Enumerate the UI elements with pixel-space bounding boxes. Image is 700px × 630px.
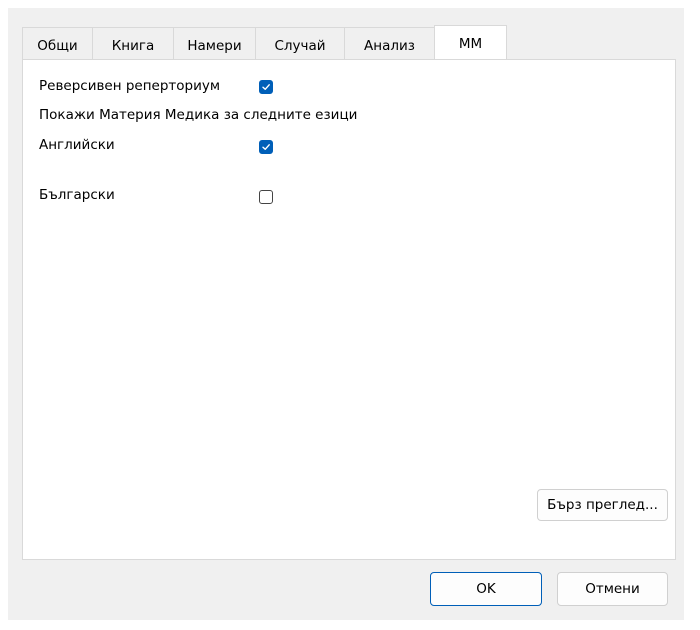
tab-bar: Общи Книга Намери Случай Анализ ММ xyxy=(22,25,507,59)
checkmark-icon xyxy=(262,84,270,91)
reverse-repertory-checkbox[interactable] xyxy=(259,80,273,94)
checkmark-icon xyxy=(262,144,270,151)
language-english-checkbox[interactable] xyxy=(259,140,273,154)
tab-analysis[interactable]: Анализ xyxy=(344,27,435,59)
language-bulgarian-label: Български xyxy=(39,187,115,203)
ok-button[interactable]: OK xyxy=(430,572,542,606)
options-dialog: Общи Книга Намери Случай Анализ ММ Ревер… xyxy=(8,8,684,620)
tab-general[interactable]: Общи xyxy=(22,27,93,59)
languages-heading: Покажи Материя Медика за следните езици xyxy=(39,107,358,123)
tab-mm[interactable]: ММ xyxy=(434,25,507,59)
tab-find[interactable]: Намери xyxy=(173,27,256,59)
quick-view-button[interactable]: Бърз преглед... xyxy=(537,489,668,521)
language-english-label: Английски xyxy=(39,137,115,153)
tab-case[interactable]: Случай xyxy=(255,27,345,59)
cancel-button[interactable]: Отмени xyxy=(557,572,668,606)
mm-tab-panel: Реверсивен реперториум Покажи Материя Ме… xyxy=(22,59,676,560)
reverse-repertory-label: Реверсивен реперториум xyxy=(39,78,221,94)
tab-book[interactable]: Книга xyxy=(92,27,174,59)
language-bulgarian-checkbox[interactable] xyxy=(259,190,273,204)
